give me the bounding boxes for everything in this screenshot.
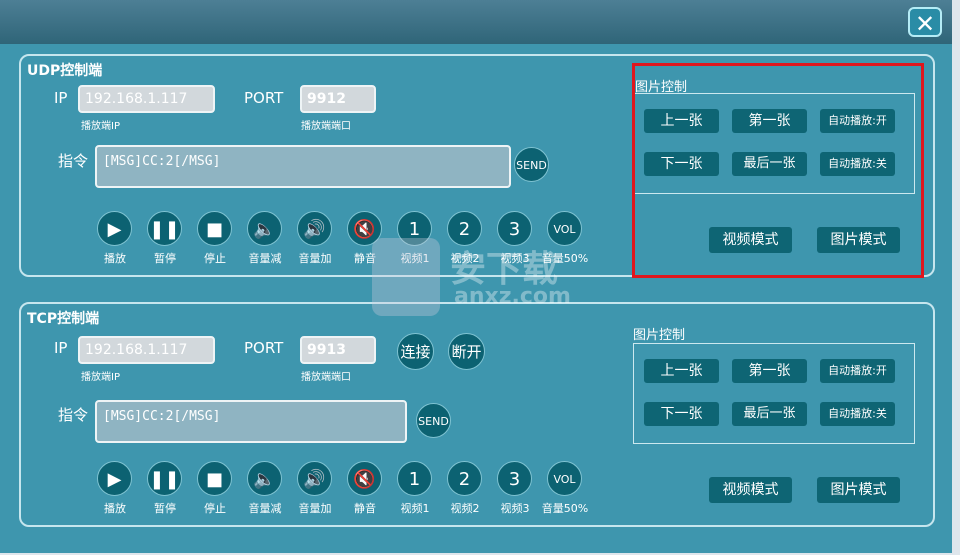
tcp-port-sub-label: 播放端端口 bbox=[301, 372, 351, 383]
udp-ip-label: IP bbox=[54, 89, 68, 107]
video1-button[interactable]: 1 bbox=[397, 461, 432, 496]
control-label: 播放 bbox=[104, 252, 126, 265]
tcp-ip-field[interactable]: 192.168.1.117 bbox=[78, 336, 215, 364]
control-label: 音量50% bbox=[541, 502, 589, 515]
volume-down-icon[interactable]: 🔈 bbox=[247, 461, 282, 496]
play-icon[interactable]: ▶ bbox=[97, 211, 132, 246]
udp-port-label: PORT bbox=[244, 89, 284, 107]
udp-panel-title: UDP控制端 bbox=[27, 63, 103, 79]
volume-up-icon[interactable]: 🔊 bbox=[297, 211, 332, 246]
tcp-cmd-input[interactable]: [MSG]CC:2[/MSG] bbox=[95, 400, 407, 443]
udp-send-button[interactable]: SEND bbox=[514, 147, 549, 182]
shield-icon bbox=[372, 238, 440, 316]
tcp-port-field[interactable]: 9913 bbox=[300, 336, 376, 364]
stop-icon[interactable]: ■ bbox=[197, 461, 232, 496]
last-image-button[interactable]: 最后一张 bbox=[732, 402, 807, 426]
stop-icon[interactable]: ■ bbox=[197, 211, 232, 246]
auto-play-off-button[interactable]: 自动播放:关 bbox=[820, 402, 895, 426]
udp-port-sub-label: 播放端端口 bbox=[301, 121, 351, 132]
control-label: 音量加 bbox=[298, 502, 332, 515]
watermark: 安下载 anxz.com bbox=[372, 238, 597, 318]
control-label: 静音 bbox=[354, 502, 376, 515]
play-icon[interactable]: ▶ bbox=[97, 461, 132, 496]
control-label: 音量减 bbox=[248, 252, 282, 265]
control-label: 播放 bbox=[104, 502, 126, 515]
first-image-button[interactable]: 第一张 bbox=[732, 359, 807, 383]
control-label: 停止 bbox=[204, 252, 226, 265]
video-mode-button[interactable]: 视频模式 bbox=[709, 477, 792, 503]
tcp-control-row: ▶ 播放 ❚❚ 暂停 ■ 停止 🔈 音量减 🔊 音量加 🔇 静音 1 视频1 2… bbox=[97, 461, 597, 521]
control-label: 音量加 bbox=[298, 252, 332, 265]
tcp-pic-title: 图片控制 bbox=[633, 328, 686, 343]
highlight-frame bbox=[632, 63, 924, 278]
title-bar: ✕ bbox=[0, 0, 952, 44]
auto-play-on-button[interactable]: 自动播放:开 bbox=[820, 359, 895, 383]
udp-ip-field[interactable]: 192.168.1.117 bbox=[78, 85, 215, 113]
close-icon[interactable]: ✕ bbox=[908, 7, 942, 38]
udp-cmd-input[interactable]: [MSG]CC:2[/MSG] bbox=[95, 145, 511, 188]
control-label: 音量减 bbox=[248, 502, 282, 515]
watermark-domain: anxz.com bbox=[454, 284, 571, 309]
volume-down-icon[interactable]: 🔈 bbox=[247, 211, 282, 246]
volume-button[interactable]: VOL bbox=[547, 461, 582, 496]
video2-button[interactable]: 2 bbox=[447, 461, 482, 496]
tcp-port-label: PORT bbox=[244, 339, 284, 357]
control-label: 暂停 bbox=[154, 252, 176, 265]
next-image-button[interactable]: 下一张 bbox=[644, 402, 719, 426]
tcp-ip-label: IP bbox=[54, 339, 68, 357]
tcp-cmd-label: 指令 bbox=[58, 406, 89, 424]
control-label: 暂停 bbox=[154, 502, 176, 515]
control-label: 视频2 bbox=[450, 502, 480, 515]
tcp-send-button[interactable]: SEND bbox=[416, 403, 451, 438]
control-label: 视频3 bbox=[500, 502, 530, 515]
pause-icon[interactable]: ❚❚ bbox=[147, 461, 182, 496]
tcp-ip-sub-label: 播放端IP bbox=[81, 372, 120, 383]
image-mode-button[interactable]: 图片模式 bbox=[817, 477, 900, 503]
disconnect-button[interactable]: 断开 bbox=[448, 333, 485, 370]
tcp-panel: TCP控制端 IP 192.168.1.117 播放端IP PORT 9913 … bbox=[19, 302, 935, 527]
app-window: ✕ UDP控制端 IP 192.168.1.117 播放端IP PORT 991… bbox=[0, 0, 952, 553]
udp-port-field[interactable]: 9912 bbox=[300, 85, 376, 113]
tcp-panel-title: TCP控制端 bbox=[27, 311, 100, 327]
pause-icon[interactable]: ❚❚ bbox=[147, 211, 182, 246]
prev-image-button[interactable]: 上一张 bbox=[644, 359, 719, 383]
volume-up-icon[interactable]: 🔊 bbox=[297, 461, 332, 496]
control-label: 视频1 bbox=[400, 502, 430, 515]
mute-icon[interactable]: 🔇 bbox=[347, 461, 382, 496]
udp-ip-sub-label: 播放端IP bbox=[81, 121, 120, 132]
control-label: 停止 bbox=[204, 502, 226, 515]
video3-button[interactable]: 3 bbox=[497, 461, 532, 496]
connect-button[interactable]: 连接 bbox=[397, 333, 434, 370]
udp-cmd-label: 指令 bbox=[58, 152, 89, 170]
